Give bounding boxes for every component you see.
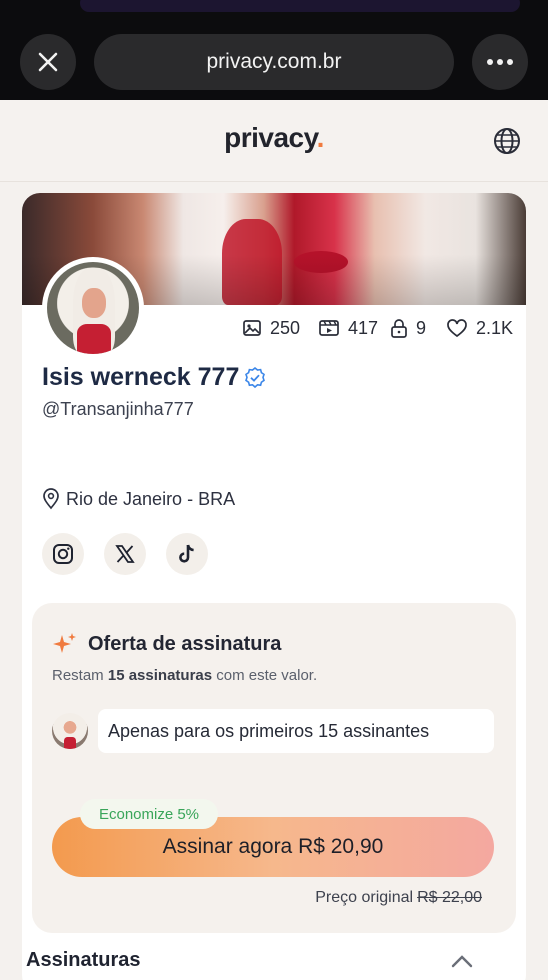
stat-photos: 250 xyxy=(242,315,300,341)
chevron-up-icon[interactable] xyxy=(450,953,474,969)
profile-name: Isis werneck 777 xyxy=(42,363,240,391)
image-icon xyxy=(243,320,261,336)
creator-mini-avatar xyxy=(52,713,88,749)
social-links xyxy=(42,533,208,575)
status-bar-glow xyxy=(80,0,520,12)
profile-card: 250 417 9 2.1K Isis werneck 777 @Transan… xyxy=(22,193,526,980)
discount-badge: Economize 5% xyxy=(80,799,218,829)
stat-likes: 2.1K xyxy=(446,315,513,341)
close-icon xyxy=(38,52,58,72)
stat-value: 250 xyxy=(270,317,301,338)
instagram-link[interactable] xyxy=(42,533,84,575)
location-pin-icon xyxy=(43,488,59,510)
tiktok-link[interactable] xyxy=(166,533,208,575)
privacy-logo[interactable]: privacy. xyxy=(0,122,548,154)
x-icon xyxy=(115,545,135,563)
location-text: Rio de Janeiro - BRA xyxy=(66,488,236,509)
site-header: privacy. xyxy=(0,100,548,182)
profile-location: Rio de Janeiro - BRA xyxy=(42,488,235,510)
browser-toolbar: privacy.com.br xyxy=(0,0,548,100)
stat-value: 2.1K xyxy=(476,317,514,338)
offer-message-bubble: Apenas para os primeiros 15 assinantes xyxy=(98,709,494,753)
avatar[interactable] xyxy=(42,257,144,359)
stat-value: 9 xyxy=(416,317,427,338)
stat-value: 417 xyxy=(348,317,379,338)
video-icon xyxy=(319,320,339,336)
language-button[interactable] xyxy=(492,126,522,156)
address-bar[interactable]: privacy.com.br xyxy=(94,34,454,90)
close-button[interactable] xyxy=(20,34,76,90)
page-content: 250 417 9 2.1K Isis werneck 777 @Transan… xyxy=(0,183,548,980)
profile-name-row: Isis werneck 777 xyxy=(42,363,267,392)
tiktok-icon xyxy=(179,544,194,563)
subscriptions-section-title[interactable]: Assinaturas xyxy=(26,949,141,972)
instagram-icon xyxy=(53,544,73,564)
lock-icon xyxy=(391,319,407,338)
globe-icon xyxy=(494,128,520,154)
offer-title: Oferta de assinatura xyxy=(52,631,281,657)
heart-icon xyxy=(447,319,467,338)
more-options-button[interactable] xyxy=(472,34,528,90)
subscription-offer: Oferta de assinatura Restam 15 assinatur… xyxy=(32,603,516,933)
stat-locked: 9 xyxy=(390,315,426,341)
offer-remaining-text: Restam 15 assinaturas com este valor. xyxy=(52,667,318,684)
profile-handle: @Transanjinha777 xyxy=(42,399,194,419)
url-text: privacy.com.br xyxy=(206,50,342,73)
x-link[interactable] xyxy=(104,533,146,575)
profile-stats: 250 417 9 2.1K xyxy=(22,315,526,341)
more-horizontal-icon xyxy=(487,59,513,65)
stat-videos: 417 xyxy=(318,315,378,341)
original-price: Preço original R$ 22,00 xyxy=(315,889,482,906)
sparkles-icon xyxy=(53,633,76,653)
verified-badge-icon xyxy=(245,366,266,388)
